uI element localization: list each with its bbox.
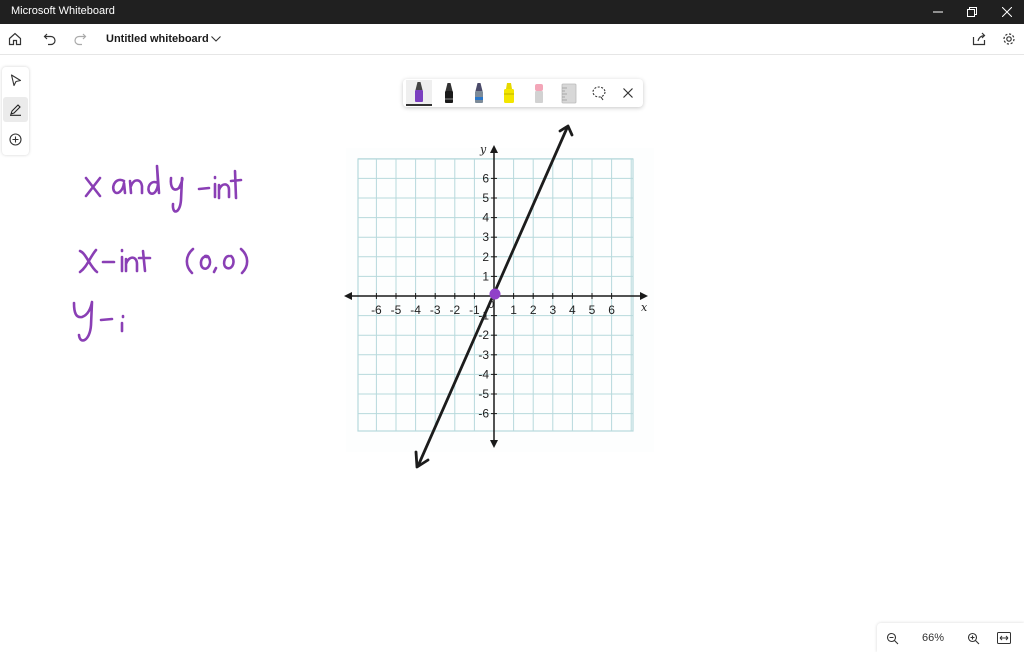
y-axis-label: y [479,143,487,156]
redo-icon [74,33,87,46]
x-tick-label: -3 [430,303,441,317]
zoom-in-button[interactable] [961,626,985,650]
origin-point-marker [489,288,501,300]
x-tick-label: 5 [589,303,596,317]
y-tick-label: -4 [478,367,489,381]
y-tick-label: -2 [478,328,489,342]
share-button[interactable] [967,27,991,51]
restore-button[interactable] [955,0,989,24]
zoom-in-icon [967,632,979,644]
restore-icon [967,7,977,17]
y-tick-label: -5 [478,387,489,401]
board-menu-button[interactable] [204,27,228,51]
handwriting-line-1 [84,164,243,213]
minimize-button[interactable] [921,0,955,24]
y-tick-label: 1 [482,269,489,283]
app-title: Microsoft Whiteboard [11,5,115,17]
home-button[interactable] [3,27,27,51]
x-tick-label: 1 [510,303,517,317]
whiteboard-name[interactable]: Untitled whiteboard [106,33,209,45]
y-tick-label: 2 [482,250,489,264]
redo-button[interactable] [68,27,92,51]
y-tick-label: 6 [482,171,489,185]
share-icon [972,32,986,46]
zoom-level[interactable]: 66% [913,632,953,644]
minimize-icon [933,11,943,13]
close-button[interactable] [990,0,1024,24]
gear-icon [1003,33,1015,45]
x-tick-label: -6 [371,303,382,317]
y-tick-label: -3 [478,348,489,362]
x-tick-label: -2 [449,303,460,317]
y-tick-label: 4 [482,211,489,225]
x-tick-label: -4 [410,303,421,317]
chevron-down-icon [211,36,221,42]
x-axis-label: x [641,301,648,314]
home-icon [8,32,22,46]
fit-to-screen-button[interactable] [992,626,1016,650]
title-bar: Microsoft Whiteboard [0,0,1024,24]
handwriting-line-2 [78,247,249,275]
close-icon [1002,7,1012,17]
x-tick-label: 6 [608,303,615,317]
whiteboard-canvas[interactable]: -6 -5 -4 -3 -2 -1 0 1 2 3 4 5 6654321-1-2-3-4-5-6 x … [0,55,1024,615]
x-tick-label: 4 [569,303,576,317]
x-tick-label: 3 [549,303,556,317]
undo-button[interactable] [38,27,62,51]
x-tick-label: 2 [530,303,537,317]
settings-button[interactable] [997,27,1021,51]
y-tick-label: 3 [482,230,489,244]
y-tick-label: -6 [478,407,489,421]
zoom-controls: 66% [877,623,1024,652]
zoom-out-icon [886,632,898,644]
y-tick-label: 5 [482,191,489,205]
zoom-out-button[interactable] [880,626,904,650]
app-toolbar: Untitled whiteboard [0,24,1024,55]
handwriting-line-3 [72,300,125,342]
graph-background [346,148,654,452]
undo-icon [43,33,56,46]
x-tick-label: -5 [391,303,402,317]
fit-screen-icon [997,632,1011,644]
